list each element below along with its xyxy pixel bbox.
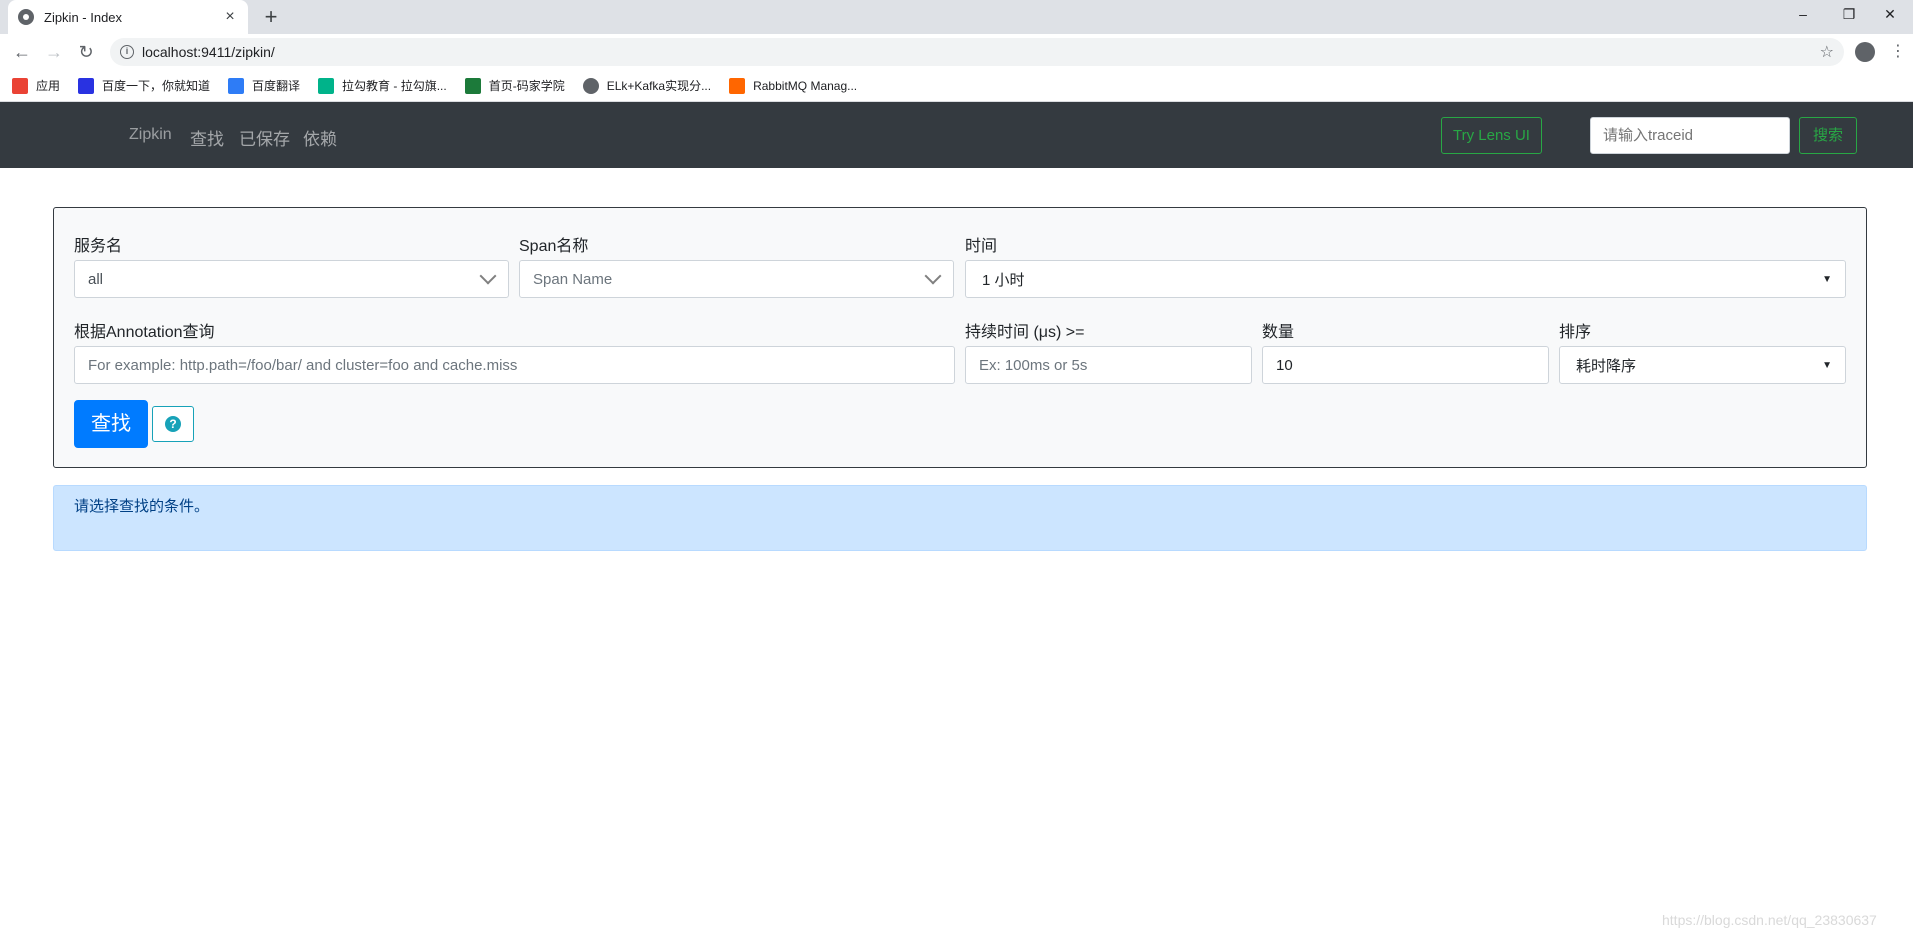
bookmark-star-icon[interactable]: ☆ — [1820, 42, 1834, 62]
back-button[interactable]: ← — [10, 40, 34, 64]
annotation-query-label: 根据Annotation查询 — [74, 324, 215, 341]
min-duration-placeholder: Ex: 100ms or 5s — [979, 356, 1088, 374]
time-range-value: 1 小时 — [982, 271, 1025, 289]
reload-button[interactable]: ↻ — [74, 40, 98, 64]
window-close-button[interactable]: ✕ — [1867, 0, 1913, 30]
bookmark-item[interactable]: 首页-码家学院 — [464, 77, 565, 94]
bookmark-label: ELk+Kafka实现分... — [606, 79, 712, 93]
address-bar[interactable]: i localhost:9411/zipkin/ ☆ — [110, 38, 1844, 66]
bookmark-item[interactable]: 应用 — [12, 77, 60, 94]
span-name-placeholder: Span Name — [533, 270, 613, 288]
traceid-input[interactable] — [1590, 117, 1790, 154]
service-name-value: all — [88, 270, 104, 288]
address-url[interactable]: localhost:9411/zipkin/ — [142, 44, 1820, 60]
info-icon[interactable]: i — [120, 45, 134, 59]
question-circle-icon: ? — [165, 416, 181, 432]
apps-grid-icon — [12, 77, 28, 94]
lagou-icon — [318, 77, 335, 94]
bookmark-label: RabbitMQ Manag... — [753, 78, 858, 93]
restore-button[interactable]: ❐ — [1826, 0, 1872, 30]
help-button[interactable]: ? — [152, 406, 194, 442]
tab-close-icon[interactable]: × — [222, 8, 238, 26]
annotation-query-placeholder: For example: http.path=/foo/bar/ and clu… — [88, 356, 518, 374]
search-traceid-button[interactable]: 搜索 — [1799, 117, 1857, 154]
browser-tab[interactable]: Zipkin - Index × — [8, 0, 248, 34]
bookmarks-bar: 应用 百度一下，你就知道 百度翻译 拉勾教育 - 拉勾旗... 首页-码家学院 ELk+K… — [0, 70, 1913, 102]
nav-link-dependencies[interactable]: 依赖 — [303, 125, 337, 150]
browser-toolbar: ← → ↻ i localhost:9411/zipkin/ ☆ — [0, 34, 1913, 70]
sort-select[interactable]: 耗时降序 ▼ — [1559, 346, 1846, 384]
bookmark-label: 应用 — [36, 79, 61, 93]
bookmark-label: 百度一下，你就知道 — [102, 79, 211, 93]
watermark-text: https://blog.csdn.net/qq_23830637 — [1662, 912, 1877, 928]
new-tab-button[interactable]: + — [258, 4, 284, 30]
brand-link[interactable]: Zipkin — [129, 126, 172, 144]
forward-button[interactable]: → — [42, 40, 66, 64]
profile-avatar-icon[interactable] — [1855, 42, 1875, 62]
nav-link-find[interactable]: 查找 — [190, 125, 224, 150]
chevron-down-icon — [481, 272, 495, 286]
bookmark-item[interactable]: 拉勾教育 - 拉勾旗... — [318, 77, 447, 94]
try-lens-ui-button[interactable]: Try Lens UI — [1441, 117, 1542, 154]
time-label: 时间 — [965, 238, 998, 255]
span-name-label: Span名称 — [519, 238, 589, 255]
bookmark-item[interactable]: RabbitMQ Manag... — [729, 77, 858, 94]
bookmark-item[interactable]: 百度一下，你就知道 — [78, 77, 210, 94]
bookmark-label: 拉勾教育 - 拉勾旗... — [342, 79, 447, 93]
find-traces-button[interactable]: 查找 — [74, 400, 148, 448]
globe-icon — [582, 77, 599, 94]
bookmark-label: 百度翻译 — [252, 79, 301, 93]
caret-down-icon: ▼ — [1822, 359, 1832, 371]
service-name-select[interactable]: all — [74, 260, 509, 298]
baidu-paw-icon — [78, 77, 95, 94]
limit-value: 10 — [1276, 356, 1293, 374]
tab-title: Zipkin - Index — [44, 9, 123, 25]
limit-input[interactable]: 10 — [1262, 346, 1549, 384]
sort-value: 耗时降序 — [1576, 357, 1637, 375]
min-duration-label: 持续时间 (μs) >= — [965, 324, 1085, 341]
nav-link-saved[interactable]: 已保存 — [239, 125, 290, 150]
span-name-select[interactable]: Span Name — [519, 260, 954, 298]
search-form-card: 服务名 all Span名称 Span Name 时间 1 小时 ▼ 根据Ann… — [53, 207, 1867, 468]
rabbitmq-icon — [729, 77, 746, 94]
browser-menu-icon[interactable]: ⋮ — [1890, 40, 1906, 64]
info-alert: 请选择查找的条件。 — [53, 485, 1867, 551]
limit-label: 数量 — [1262, 324, 1295, 341]
alert-message: 请选择查找的条件。 — [74, 498, 210, 515]
service-name-label: 服务名 — [74, 238, 123, 255]
bookmark-item[interactable]: ELk+Kafka实现分... — [582, 77, 712, 94]
sort-label: 排序 — [1559, 324, 1592, 341]
globe-icon — [18, 9, 34, 25]
caret-down-icon: ▼ — [1822, 273, 1832, 285]
time-range-select[interactable]: 1 小时 ▼ — [965, 260, 1846, 298]
translate-icon — [228, 77, 245, 94]
bookmark-item[interactable]: 百度翻译 — [228, 77, 300, 94]
browser-tab-bar: Zipkin - Index × + – ❐ ✕ — [0, 0, 1913, 34]
zipkin-navbar: Zipkin 查找 已保存 依赖 Try Lens UI 搜索 — [0, 102, 1913, 168]
m-logo-icon — [464, 77, 481, 94]
annotation-query-input[interactable]: For example: http.path=/foo/bar/ and clu… — [74, 346, 955, 384]
chevron-down-icon — [926, 272, 940, 286]
bookmark-label: 首页-码家学院 — [488, 79, 565, 93]
minimize-button[interactable]: – — [1780, 0, 1826, 30]
min-duration-input[interactable]: Ex: 100ms or 5s — [965, 346, 1252, 384]
